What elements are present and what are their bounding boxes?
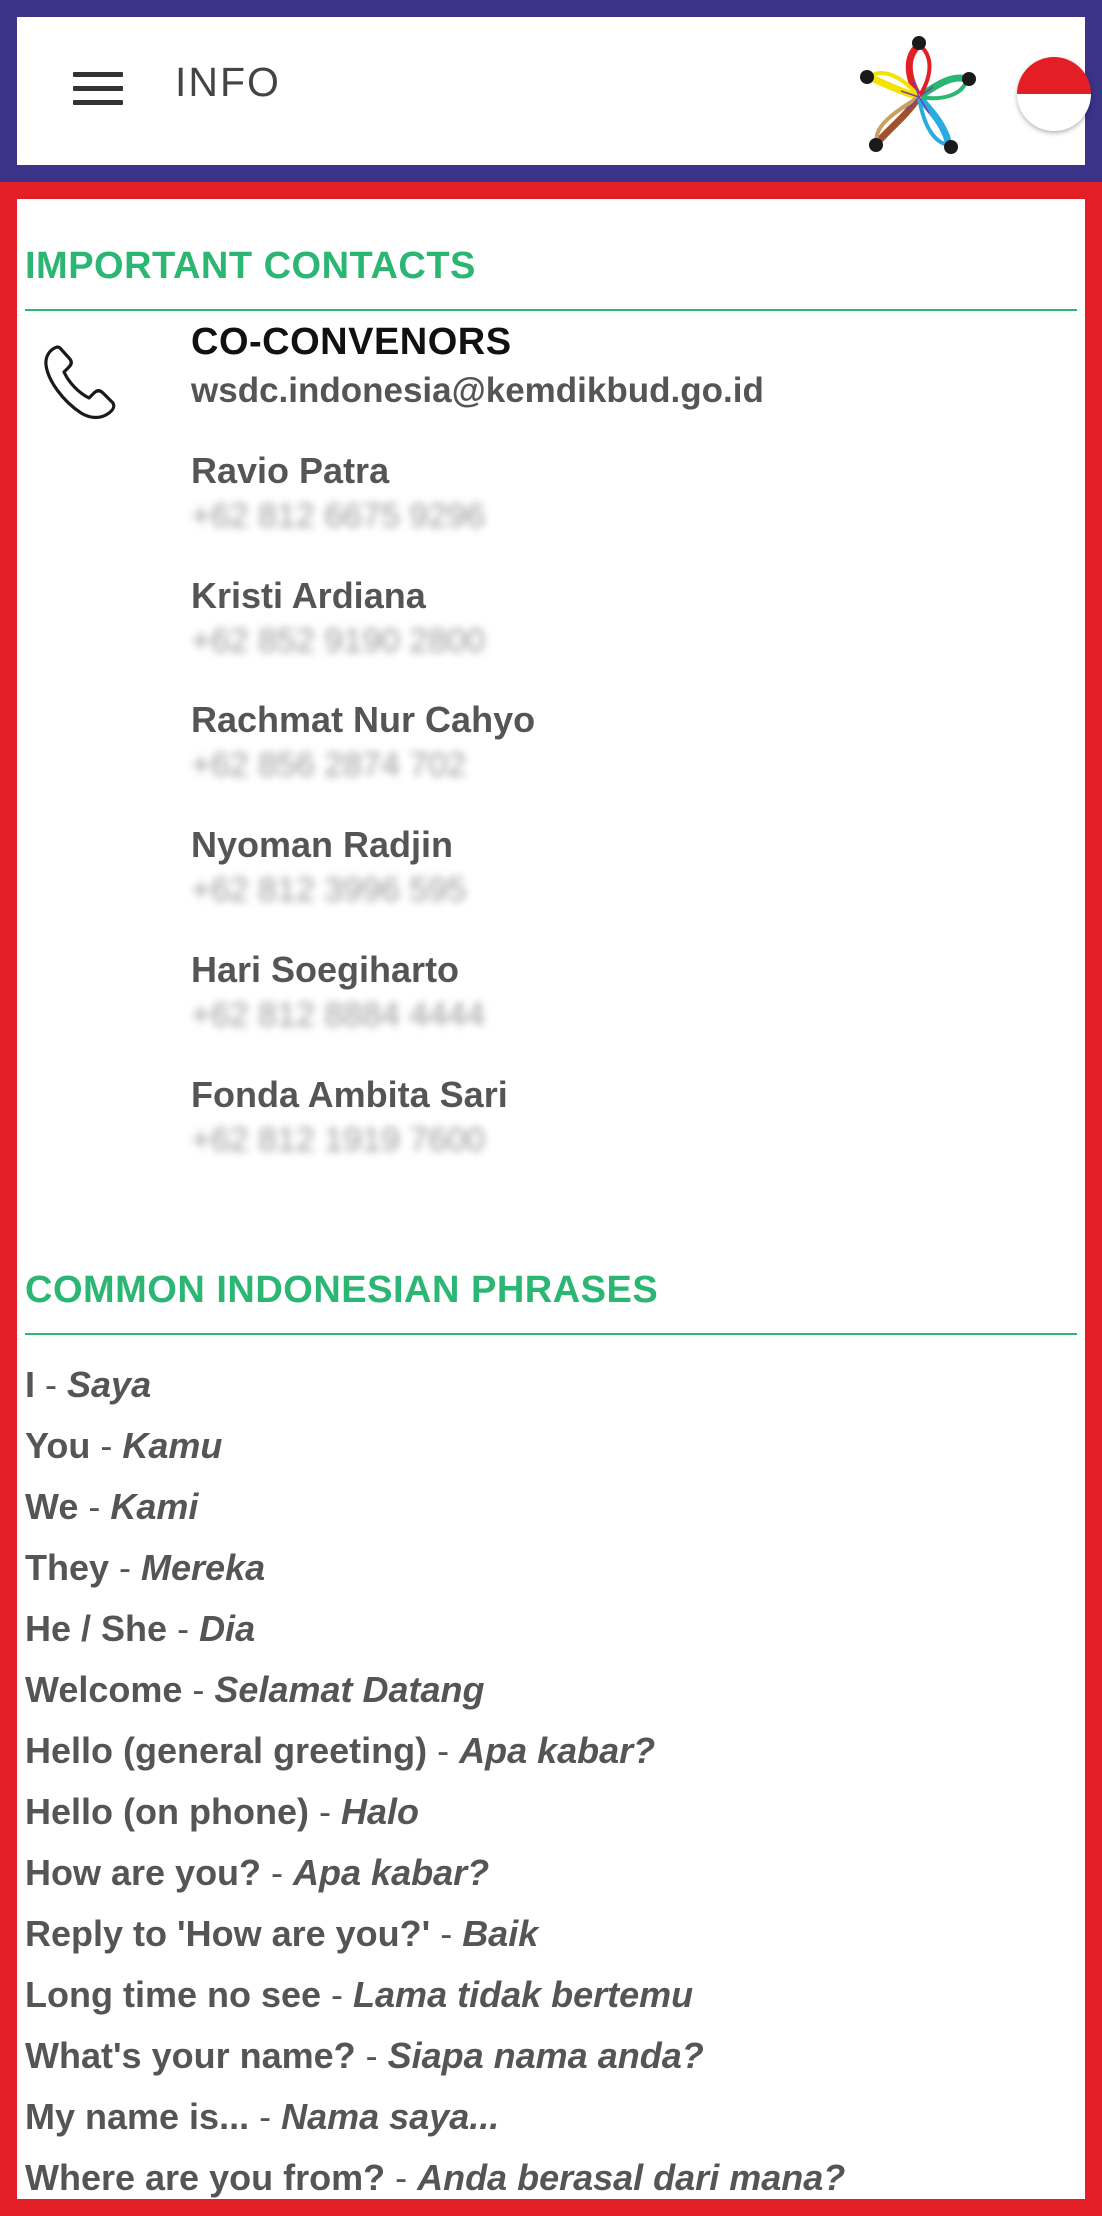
phrase-item: We - Kami xyxy=(25,1486,199,1527)
app-root: INFO IMPORTANT CONTACTS CO-CONVENORS wsd… xyxy=(0,0,1102,2216)
contact-name: Fonda Ambita Sari xyxy=(191,1074,508,1115)
phrase-item: Long time no see - Lama tidak bertemu xyxy=(25,1974,694,2015)
common-phrases-title: COMMON INDONESIAN PHRASES xyxy=(25,1269,659,1311)
phrase-item: What's your name? - Siapa nama anda? xyxy=(25,2035,704,2076)
contact-phone[interactable]: +62 812 8884 4444 xyxy=(191,992,485,1038)
phrase-item: They - Mereka xyxy=(25,1547,266,1588)
flower-logo-icon xyxy=(860,36,976,154)
section-divider xyxy=(25,309,1077,311)
phrase-item: Reply to 'How are you?' - Baik xyxy=(25,1913,539,1954)
contact-item[interactable]: Hari Soegiharto +62 812 8884 4444 xyxy=(191,948,485,1038)
page-title: INFO xyxy=(175,59,281,105)
contact-phone[interactable]: +62 812 6675 9296 xyxy=(191,493,485,539)
phrase-item: He / She - Dia xyxy=(25,1608,256,1649)
phrase-item: Hello (general greeting) - Apa kabar? xyxy=(25,1730,656,1771)
contact-name: Ravio Patra xyxy=(191,450,390,491)
phrase-item: Where are you from? - Anda berasal dari … xyxy=(25,2157,846,2198)
contact-phone[interactable]: +62 852 9190 2800 xyxy=(191,618,485,664)
phrase-item: How are you? - Apa kabar? xyxy=(25,1852,490,1893)
indonesia-flag-icon[interactable] xyxy=(1017,57,1091,131)
contact-name: Nyoman Radjin xyxy=(191,824,454,865)
hamburger-menu-icon[interactable] xyxy=(73,66,133,116)
contact-item[interactable]: Nyoman Radjin +62 812 3996 595 xyxy=(191,823,466,913)
co-convenors-heading: CO-CONVENORS xyxy=(191,321,512,363)
contact-phone[interactable]: +62 812 3996 595 xyxy=(191,867,466,913)
phrase-item: Welcome - Selamat Datang xyxy=(25,1669,485,1710)
contact-phone[interactable]: +62 812 1919 7600 xyxy=(191,1117,508,1163)
phrase-item: I - Saya xyxy=(25,1364,152,1405)
phrase-item: You - Kamu xyxy=(25,1425,223,1466)
contact-item[interactable]: Kristi Ardiana +62 852 9190 2800 xyxy=(191,574,485,664)
contact-item[interactable]: Fonda Ambita Sari +62 812 1919 7600 xyxy=(191,1073,508,1163)
contact-phone[interactable]: +62 856 2874 702 xyxy=(191,742,535,788)
contact-name: Hari Soegiharto xyxy=(191,949,460,990)
contact-item[interactable]: Rachmat Nur Cahyo +62 856 2874 702 xyxy=(191,698,535,788)
contact-name: Kristi Ardiana xyxy=(191,575,426,616)
phrase-list: I - Saya You - Kamu We - Kami They - Mer… xyxy=(25,1354,1085,2199)
contact-item[interactable]: Ravio Patra +62 812 6675 9296 xyxy=(191,449,485,539)
section-divider xyxy=(25,1333,1077,1335)
top-app-bar: INFO xyxy=(0,0,1102,182)
contact-email-link[interactable]: wsdc.indonesia@kemdikbud.go.id xyxy=(191,371,764,411)
phrase-item: My name is... - Nama saya... xyxy=(25,2096,500,2137)
important-contacts-title: IMPORTANT CONTACTS xyxy=(25,245,476,287)
info-content[interactable]: IMPORTANT CONTACTS CO-CONVENORS wsdc.ind… xyxy=(0,182,1102,2216)
phrase-item: Hello (on phone) - Halo xyxy=(25,1791,419,1832)
phone-icon xyxy=(44,345,116,420)
contact-name: Rachmat Nur Cahyo xyxy=(191,699,536,740)
